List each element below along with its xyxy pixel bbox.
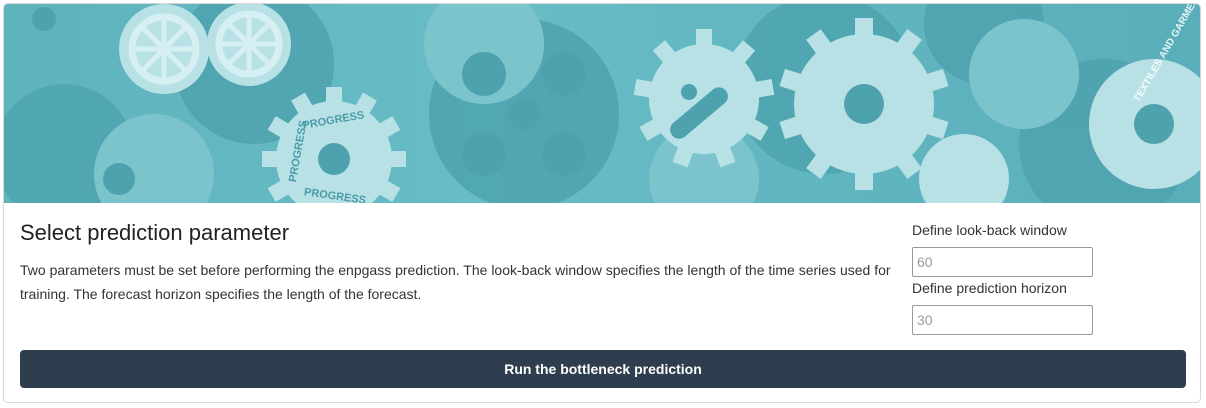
prediction-card: PROGRESS PROGRESS PROGRESS TEXTILES AND … [3, 3, 1201, 403]
lookback-label: Define look-back window [912, 222, 1067, 238]
prediction-horizon-input[interactable] [912, 305, 1093, 335]
section-description: Two parameters must be set before perfor… [20, 262, 891, 302]
horizon-label: Define prediction horizon [912, 280, 1067, 296]
gears-banner-image: PROGRESS PROGRESS PROGRESS TEXTILES AND … [4, 4, 1200, 203]
run-prediction-button[interactable]: Run the bottleneck prediction [20, 350, 1186, 388]
section-title: Select prediction parameter [20, 220, 290, 245]
lookback-window-input[interactable] [912, 247, 1093, 277]
